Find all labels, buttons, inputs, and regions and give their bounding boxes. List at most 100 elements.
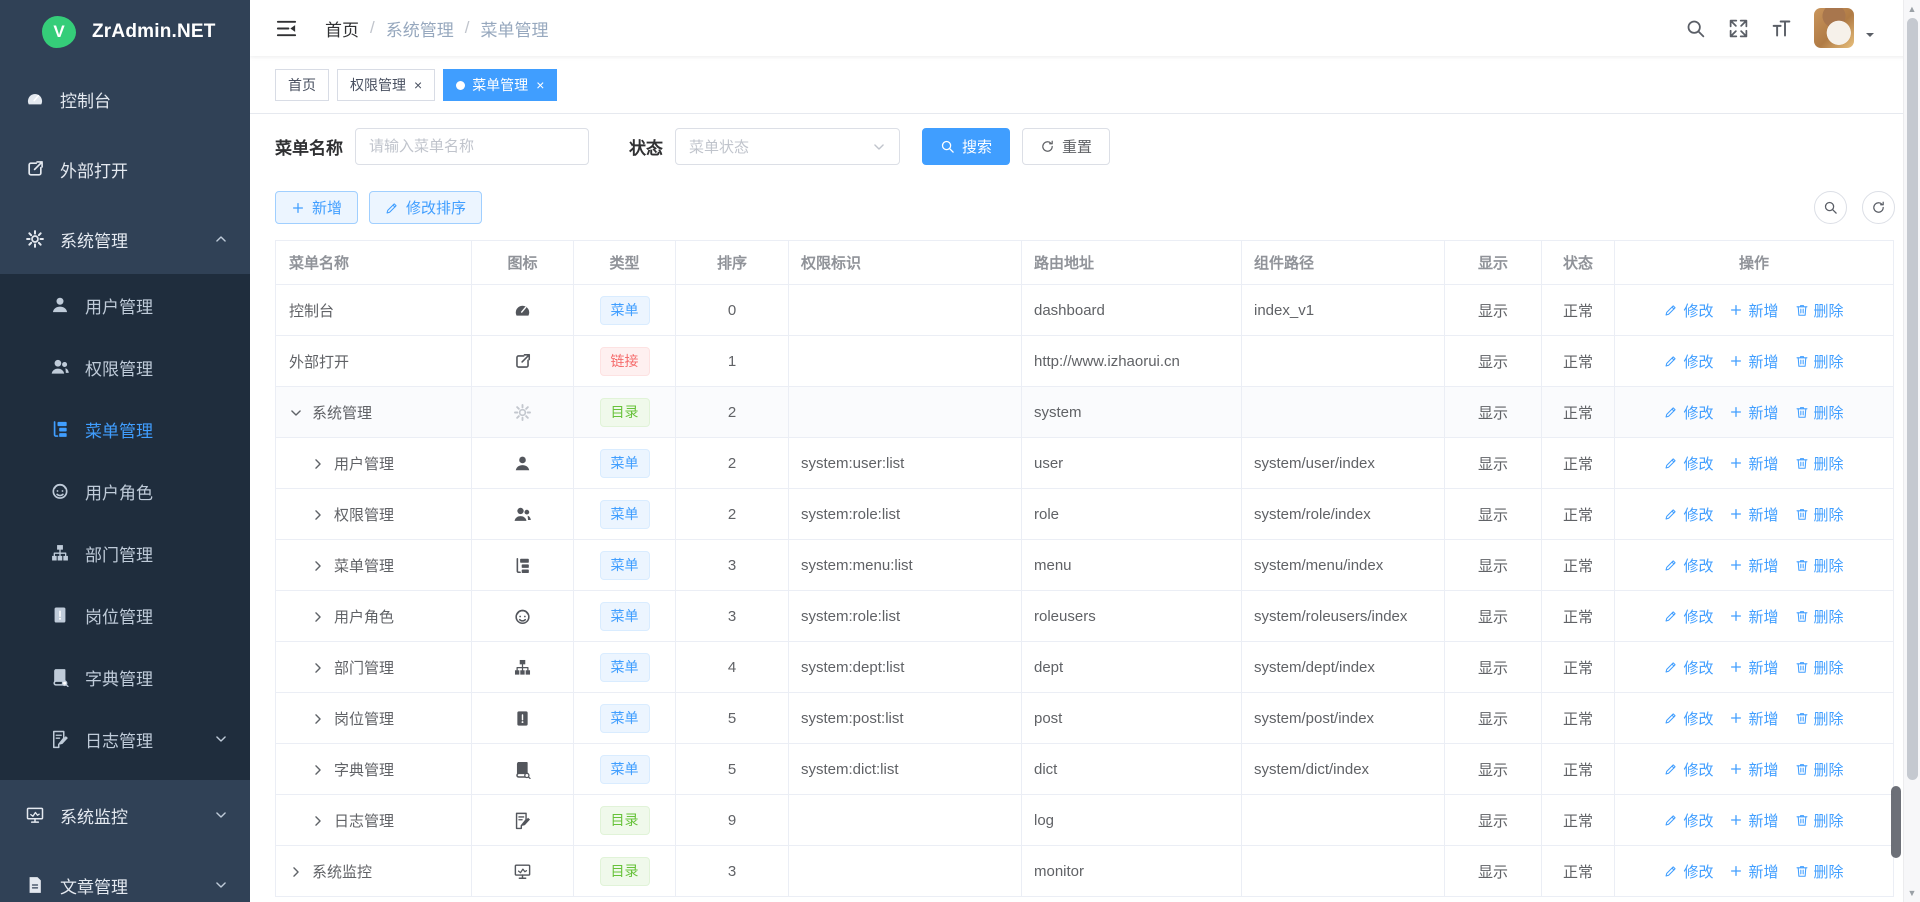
delete-link[interactable]: 删除 (1795, 657, 1844, 678)
refresh-table-button[interactable] (1862, 191, 1895, 224)
edit-link[interactable]: 修改 (1664, 402, 1713, 423)
logo-icon: V (42, 16, 76, 48)
trash-icon (1795, 303, 1809, 317)
sidebar-item-dept-mgmt[interactable]: 部门管理 (0, 522, 250, 584)
edit-link[interactable]: 修改 (1664, 351, 1713, 372)
scrollbar-thumb[interactable] (1907, 18, 1918, 780)
search-icon (940, 139, 955, 154)
add-link[interactable]: 新增 (1729, 759, 1778, 780)
tab-menu-mgmt[interactable]: 菜单管理 × (443, 69, 557, 101)
breadcrumb-menu: 菜单管理 (480, 16, 548, 41)
delete-link[interactable]: 删除 (1795, 708, 1844, 729)
expand-chevron-right-icon[interactable] (311, 763, 325, 777)
sidebar-item-user-mgmt[interactable]: 用户管理 (0, 274, 250, 336)
add-link[interactable]: 新增 (1729, 300, 1778, 321)
add-link[interactable]: 新增 (1729, 861, 1778, 882)
show-search-button[interactable] (1814, 191, 1847, 224)
filter-form: 菜单名称 状态 菜单状态 搜索 重置 (275, 128, 1895, 165)
add-button[interactable]: 新增 (275, 191, 358, 224)
delete-link[interactable]: 删除 (1795, 606, 1844, 627)
avatar[interactable] (1814, 8, 1854, 48)
add-link[interactable]: 新增 (1729, 606, 1778, 627)
edit-link[interactable]: 修改 (1664, 555, 1713, 576)
add-link[interactable]: 新增 (1729, 504, 1778, 525)
caret-down-icon[interactable] (1864, 29, 1876, 41)
pencil-icon (1664, 813, 1678, 827)
search-icon[interactable] (1685, 18, 1706, 39)
sort-value: 1 (676, 336, 789, 387)
col-sort: 排序 (676, 241, 789, 285)
edit-link[interactable]: 修改 (1664, 504, 1713, 525)
delete-link[interactable]: 删除 (1795, 300, 1844, 321)
menu-name-input[interactable] (355, 128, 589, 165)
sidebar-item-system-mgmt[interactable]: 系统管理 (0, 204, 250, 274)
delete-link[interactable]: 删除 (1795, 810, 1844, 831)
scroll-down-icon[interactable]: ▼ (1904, 885, 1920, 901)
dict-book-icon (513, 760, 532, 779)
expand-chevron-right-icon[interactable] (311, 508, 325, 522)
expand-chevron-down-icon[interactable] (289, 406, 303, 420)
delete-link[interactable]: 删除 (1795, 402, 1844, 423)
sidebar-item-role-mgmt[interactable]: 权限管理 (0, 336, 250, 398)
fullscreen-icon[interactable] (1728, 18, 1749, 39)
sidebar-item-dict-mgmt[interactable]: 字典管理 (0, 646, 250, 708)
dashboard-icon (25, 89, 45, 109)
edit-sort-button[interactable]: 修改排序 (369, 191, 482, 224)
sidebar-item-log-mgmt[interactable]: 日志管理 (0, 708, 250, 770)
sidebar-item-dashboard[interactable]: 控制台 (0, 64, 250, 134)
edit-link[interactable]: 修改 (1664, 657, 1713, 678)
delete-link[interactable]: 删除 (1795, 504, 1844, 525)
add-link[interactable]: 新增 (1729, 402, 1778, 423)
expand-chevron-right-icon[interactable] (289, 865, 303, 879)
font-size-icon[interactable] (1771, 18, 1792, 39)
expand-chevron-right-icon[interactable] (311, 712, 325, 726)
expand-chevron-right-icon[interactable] (311, 661, 325, 675)
add-link[interactable]: 新增 (1729, 810, 1778, 831)
tab-home[interactable]: 首页 (275, 69, 329, 101)
sidebar-item-external-open[interactable]: 外部打开 (0, 134, 250, 204)
reset-button[interactable]: 重置 (1022, 128, 1110, 165)
menu-status-select[interactable]: 菜单状态 (675, 128, 900, 165)
status-value: 正常 (1542, 387, 1615, 438)
status-value: 正常 (1542, 336, 1615, 387)
close-icon[interactable]: × (536, 78, 544, 92)
expand-chevron-right-icon[interactable] (311, 457, 325, 471)
expand-chevron-right-icon[interactable] (311, 814, 325, 828)
sidebar-item-monitor[interactable]: 系统监控 (0, 780, 250, 850)
app-logo[interactable]: V ZrAdmin.NET (0, 0, 250, 64)
delete-link[interactable]: 删除 (1795, 759, 1844, 780)
tab-role-mgmt[interactable]: 权限管理 × (337, 69, 435, 101)
edit-link[interactable]: 修改 (1664, 810, 1713, 831)
app-title: ZrAdmin.NET (92, 21, 216, 43)
close-icon[interactable]: × (414, 78, 422, 92)
edit-link[interactable]: 修改 (1664, 300, 1713, 321)
expand-chevron-right-icon[interactable] (311, 559, 325, 573)
inner-scrollbar-thumb[interactable] (1891, 786, 1901, 858)
add-link[interactable]: 新增 (1729, 453, 1778, 474)
scroll-up-icon[interactable]: ▲ (1904, 1, 1920, 17)
search-button[interactable]: 搜索 (922, 128, 1010, 165)
path-value: system (1022, 387, 1242, 438)
delete-link[interactable]: 删除 (1795, 351, 1844, 372)
sidebar-item-menu-mgmt[interactable]: 菜单管理 (0, 398, 250, 460)
add-link[interactable]: 新增 (1729, 555, 1778, 576)
breadcrumb-home[interactable]: 首页 (325, 16, 359, 41)
sidebar-item-article-mgmt[interactable]: 文章管理 (0, 850, 250, 902)
edit-link[interactable]: 修改 (1664, 606, 1713, 627)
add-link[interactable]: 新增 (1729, 708, 1778, 729)
sidebar-toggle-icon[interactable] (275, 17, 298, 40)
delete-link[interactable]: 删除 (1795, 555, 1844, 576)
edit-link[interactable]: 修改 (1664, 759, 1713, 780)
sort-value: 4 (676, 642, 789, 693)
delete-link[interactable]: 删除 (1795, 453, 1844, 474)
expand-chevron-right-icon[interactable] (311, 610, 325, 624)
sidebar-item-post-mgmt[interactable]: 岗位管理 (0, 584, 250, 646)
sidebar-item-user-role[interactable]: 用户角色 (0, 460, 250, 522)
edit-link[interactable]: 修改 (1664, 708, 1713, 729)
pencil-icon (1664, 303, 1678, 317)
add-link[interactable]: 新增 (1729, 657, 1778, 678)
edit-link[interactable]: 修改 (1664, 453, 1713, 474)
edit-link[interactable]: 修改 (1664, 861, 1713, 882)
add-link[interactable]: 新增 (1729, 351, 1778, 372)
delete-link[interactable]: 删除 (1795, 861, 1844, 882)
